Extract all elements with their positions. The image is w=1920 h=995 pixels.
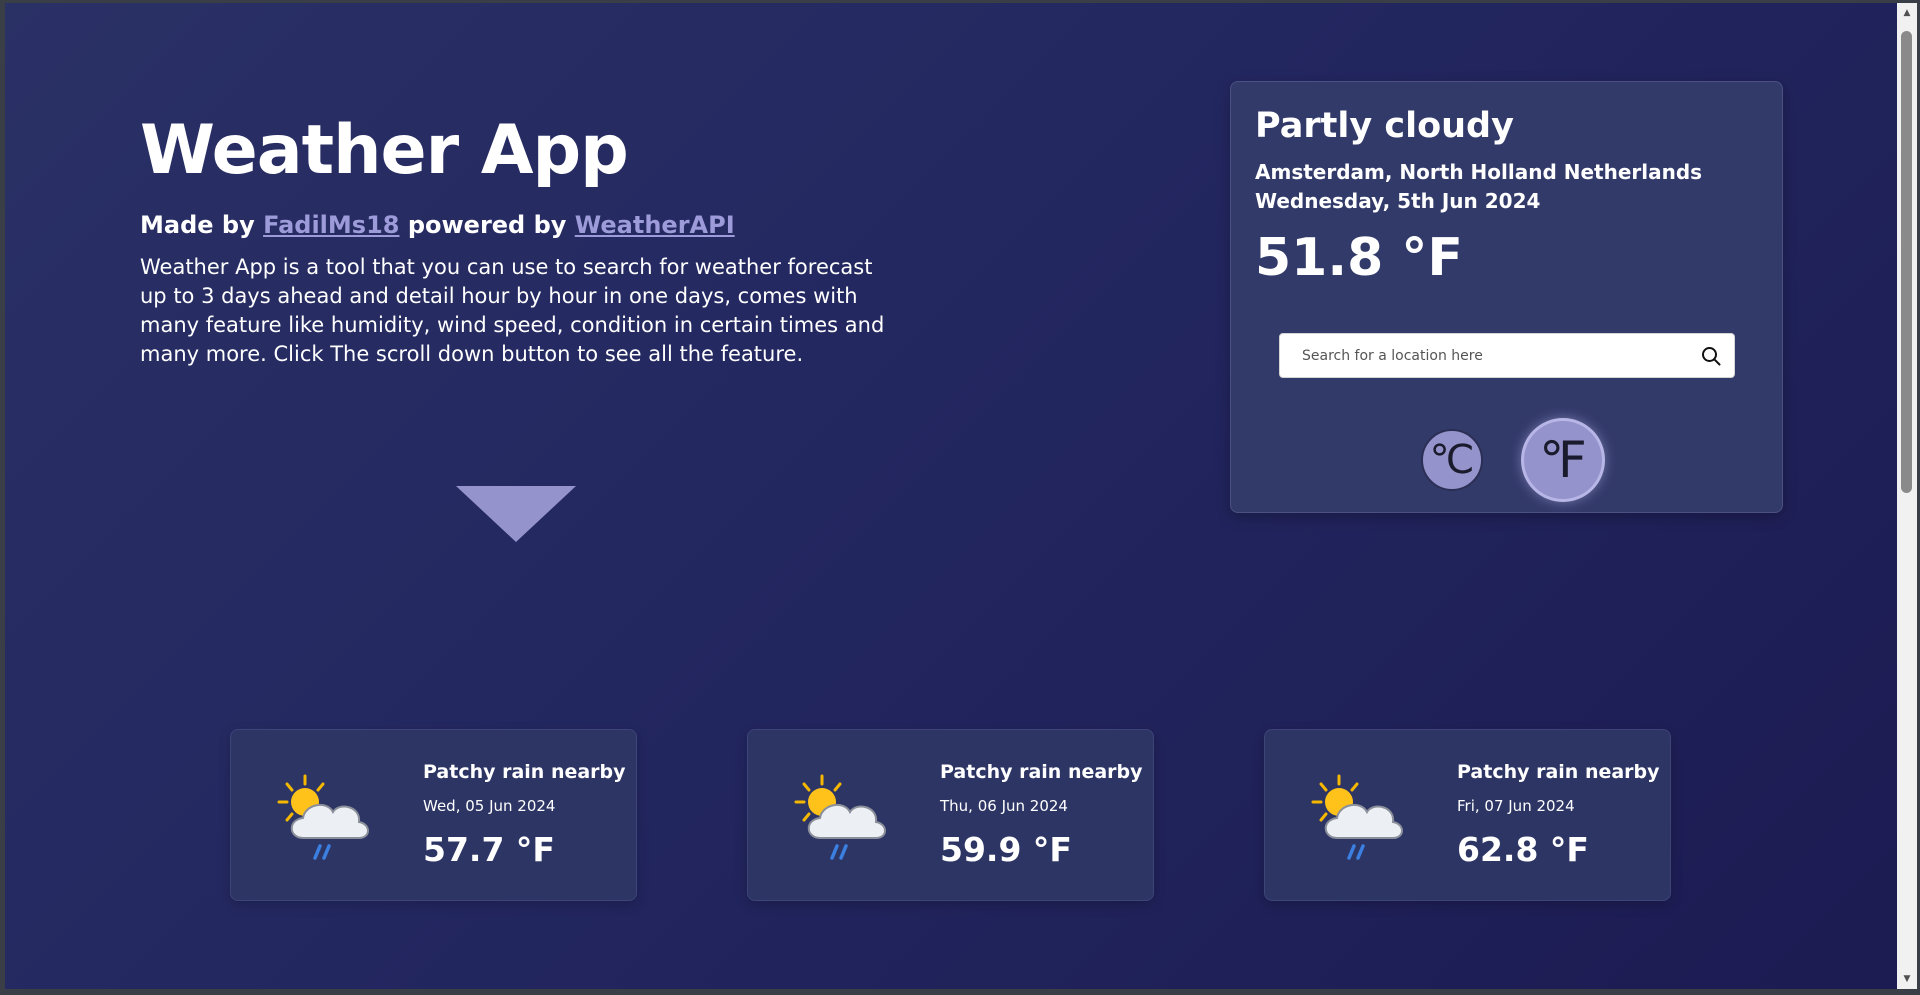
search-bar — [1279, 333, 1735, 378]
app-description: Weather App is a tool that you can use t… — [140, 255, 885, 366]
search-input[interactable] — [1280, 334, 1702, 377]
current-weather-card: Partly cloudy Amsterdam, North Holland N… — [1230, 81, 1783, 513]
forecast-temperature: 59.9 °F — [940, 830, 1072, 869]
patchy-rain-icon — [794, 774, 886, 860]
scroll-down-arrow-icon[interactable]: ▼ — [1897, 971, 1917, 987]
forecast-date: Thu, 06 Jun 2024 — [940, 797, 1068, 815]
forecast-temperature: 57.7 °F — [423, 830, 555, 869]
patchy-rain-icon — [1311, 774, 1403, 860]
forecast-date: Wed, 05 Jun 2024 — [423, 797, 556, 815]
weather-api-link[interactable]: WeatherAPI — [575, 211, 735, 239]
current-temperature: 51.8 °F — [1255, 228, 1463, 288]
patchy-rain-icon — [277, 774, 369, 860]
current-date: Wednesday, 5th Jun 2024 — [1255, 189, 1541, 213]
current-condition: Partly cloudy — [1255, 106, 1514, 146]
celsius-label: ℃ — [1429, 437, 1475, 483]
forecast-card-day-1[interactable]: Patchy rain nearby Wed, 05 Jun 2024 57.7… — [230, 729, 637, 901]
made-by-label: Made by — [140, 211, 264, 239]
powered-by-label: powered by — [399, 211, 575, 239]
forecast-date: Fri, 07 Jun 2024 — [1457, 797, 1575, 815]
forecast-condition: Patchy rain nearby — [423, 761, 626, 783]
credits-line: Made by FadilMs18 powered by WeatherAPI — [140, 211, 735, 239]
search-icon[interactable] — [1701, 346, 1721, 366]
current-location: Amsterdam, North Holland Netherlands — [1255, 160, 1703, 184]
app-viewport: Weather App Made by FadilMs18 powered by… — [5, 3, 1897, 989]
author-link[interactable]: FadilMs18 — [263, 211, 399, 239]
fahrenheit-label: ℉ — [1539, 431, 1587, 489]
forecast-card-day-3[interactable]: Patchy rain nearby Fri, 07 Jun 2024 62.8… — [1264, 729, 1671, 901]
scroll-down-button[interactable] — [456, 486, 576, 542]
forecast-condition: Patchy rain nearby — [940, 761, 1143, 783]
forecast-temperature: 62.8 °F — [1457, 830, 1589, 869]
vertical-scrollbar[interactable]: ▲ ▼ — [1897, 3, 1917, 989]
scroll-up-arrow-icon[interactable]: ▲ — [1897, 5, 1917, 21]
celsius-button[interactable]: ℃ — [1421, 429, 1483, 491]
forecast-card-day-2[interactable]: Patchy rain nearby Thu, 06 Jun 2024 59.9… — [747, 729, 1154, 901]
fahrenheit-button[interactable]: ℉ — [1521, 418, 1605, 502]
page-title: Weather App — [140, 111, 629, 190]
forecast-condition: Patchy rain nearby — [1457, 761, 1660, 783]
scrollbar-thumb[interactable] — [1901, 31, 1912, 493]
